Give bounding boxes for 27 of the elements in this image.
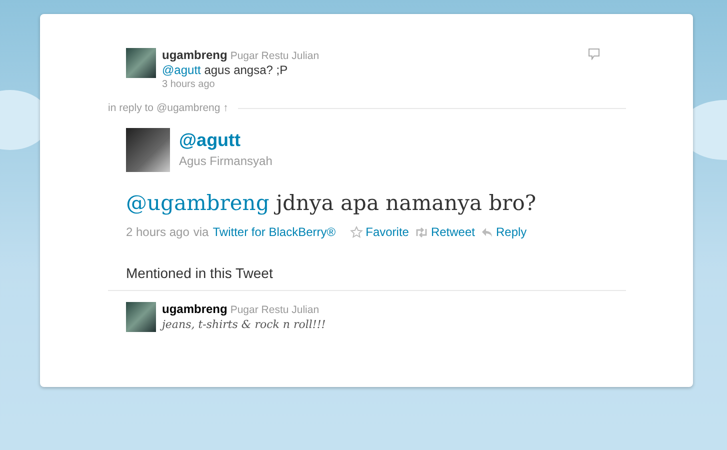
- user-bio: jeans, t-shirts & rock n roll!!!: [162, 318, 326, 331]
- full-name: Pugar Restu Julian: [230, 304, 320, 316]
- reply-icon: [481, 226, 493, 238]
- timestamp: 3 hours ago: [162, 79, 216, 90]
- avatar-photo-placeholder: [126, 48, 156, 78]
- tweet-text: @agutt agus angsa? ;P: [162, 63, 289, 77]
- tweet-action[interactable]: Reply: [481, 225, 527, 239]
- tweet-action[interactable]: Retweet: [414, 225, 475, 239]
- mention-link[interactable]: @agutt: [162, 63, 201, 77]
- star-icon: [350, 226, 363, 238]
- full-name: Pugar Restu Julian: [230, 50, 320, 62]
- avatar-photo-placeholder: [126, 128, 170, 172]
- retweet-icon: [414, 226, 428, 238]
- speech-bubble-icon[interactable]: [588, 48, 600, 60]
- mention-link[interactable]: @ugambreng: [126, 191, 270, 215]
- tweet-action[interactable]: Favorite: [350, 225, 409, 239]
- in-reply-to-link[interactable]: in reply to @ugambreng ↑: [108, 102, 228, 114]
- section-heading: Mentioned in this Tweet: [125, 265, 274, 283]
- timestamp: 2 hours ago: [126, 225, 190, 239]
- tweet-text: @ugambreng jdnya apa namanya bro?: [126, 191, 538, 215]
- username[interactable]: @agutt: [179, 130, 272, 151]
- username[interactable]: ugambreng: [162, 302, 228, 316]
- username[interactable]: ugambreng: [162, 48, 228, 62]
- source-link[interactable]: Twitter for BlackBerry®: [212, 225, 336, 239]
- avatar-photo-placeholder: [126, 302, 156, 332]
- full-name: Agus Firmansyah: [179, 154, 272, 168]
- via-label: via: [193, 225, 209, 239]
